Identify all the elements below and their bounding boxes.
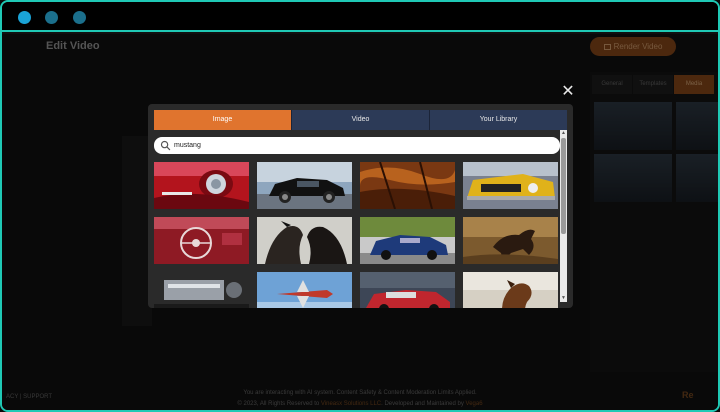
image-grid — [154, 162, 558, 308]
tab-video[interactable]: Video — [291, 110, 429, 130]
window-dot-3[interactable] — [73, 11, 86, 24]
image-thumb-leather-seat[interactable] — [360, 162, 455, 209]
window-dot-2[interactable] — [45, 11, 58, 24]
search-icon — [160, 140, 171, 151]
image-thumb-blue-mustang[interactable] — [360, 217, 455, 264]
search-bar — [154, 137, 560, 154]
tab-image[interactable]: Image — [154, 110, 291, 130]
image-thumb-red-classic-car[interactable] — [360, 272, 455, 308]
image-thumb-airplane[interactable] — [257, 272, 352, 308]
grid-scrollbar[interactable]: ▲ ▼ — [560, 130, 567, 302]
scroll-up-icon[interactable]: ▲ — [560, 130, 567, 137]
image-thumb-yellow-mustang[interactable] — [463, 162, 558, 209]
search-input[interactable] — [174, 139, 554, 152]
close-icon[interactable]: ✕ — [561, 84, 575, 100]
window-dot-1[interactable] — [18, 11, 31, 24]
tab-your-library[interactable]: Your Library — [429, 110, 567, 130]
scroll-thumb[interactable] — [561, 138, 566, 234]
media-tabs: Image Video Your Library — [154, 110, 567, 130]
media-picker-modal: Image Video Your Library mustang ▲ ▼ — [148, 104, 573, 308]
image-thumb-engine[interactable] — [154, 272, 249, 308]
image-thumb-black-mustang[interactable] — [257, 162, 352, 209]
image-thumb-two-horses[interactable] — [257, 217, 352, 264]
scroll-down-icon[interactable]: ▼ — [560, 295, 567, 302]
title-bar — [2, 2, 718, 32]
image-thumb-red-interior[interactable] — [154, 217, 249, 264]
image-thumb-running-horse[interactable] — [463, 217, 558, 264]
image-thumb-red-headlight[interactable] — [154, 162, 249, 209]
image-thumb-brown-horse[interactable] — [463, 272, 558, 308]
